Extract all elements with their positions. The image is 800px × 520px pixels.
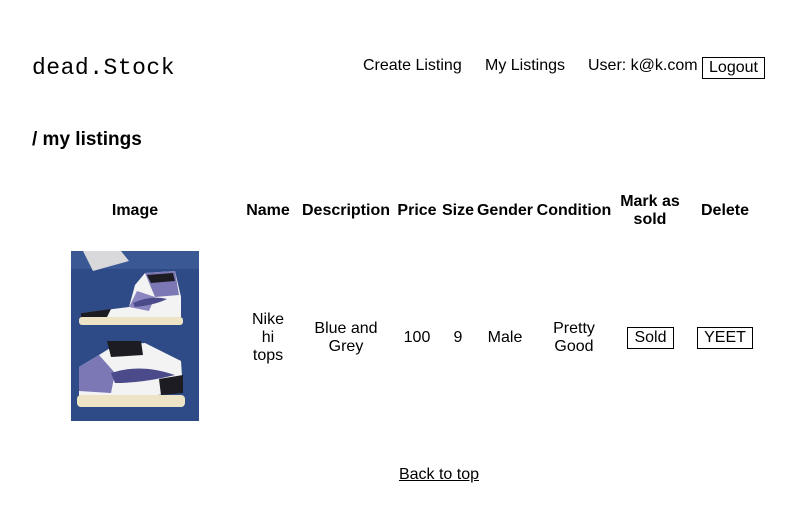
header-mark-sold-line1: Mark as [620, 193, 680, 210]
logout-button[interactable]: Logout [702, 57, 765, 79]
cell-condition-line: Good [554, 338, 594, 355]
product-image [71, 251, 199, 421]
header-mark-sold-line2: sold [633, 211, 667, 228]
user-label: User: k@k.com [588, 57, 698, 74]
cell-name-line: hi [261, 329, 275, 346]
cell-description: Blue and Grey [300, 320, 392, 356]
cell-name-line: tops [252, 347, 284, 364]
header-condition: Condition [536, 202, 612, 219]
cell-description-line: Grey [328, 338, 364, 355]
mark-sold-button[interactable]: Sold [627, 327, 674, 349]
header-name: Name [246, 202, 290, 219]
header-image: Image [111, 202, 159, 219]
page-title: / my listings [32, 129, 142, 150]
header-delete: Delete [700, 202, 750, 219]
cell-condition-line: Pretty [553, 320, 595, 337]
back-to-top-link[interactable]: Back to top [0, 466, 800, 484]
header-description: Description [301, 202, 390, 219]
delete-button[interactable]: YEET [697, 327, 753, 349]
cell-condition: Pretty Good [535, 320, 613, 356]
header-price: Price [397, 202, 437, 219]
cell-name: Nike hi tops [242, 311, 294, 365]
header-mark-sold: Mark as sold [613, 193, 687, 229]
cell-gender: Male [487, 329, 523, 346]
cell-size: 9 [453, 329, 463, 346]
cell-price: 100 [403, 329, 431, 346]
nav-create-listing[interactable]: Create Listing [363, 57, 462, 75]
cell-name-line: Nike [251, 311, 284, 328]
cell-description-line: Blue and [314, 320, 378, 337]
sneakers-photo [71, 251, 199, 421]
header-size: Size [441, 202, 474, 219]
logo[interactable]: dead.Stock [32, 55, 175, 81]
nav-my-listings[interactable]: My Listings [485, 57, 565, 75]
header-gender: Gender [476, 202, 533, 219]
